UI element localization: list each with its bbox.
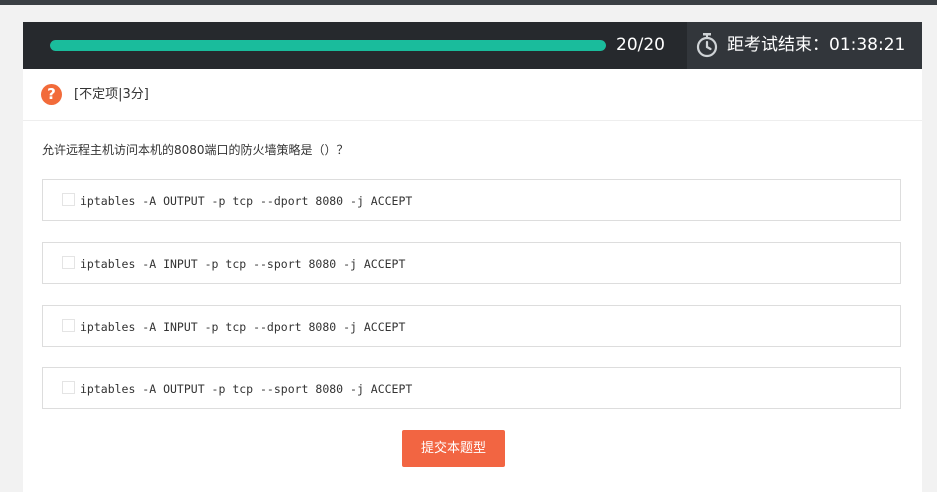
question-type-row: ? [不定项|3分] [23,69,922,121]
option-label: iptables -A OUTPUT -p tcp --sport 8080 -… [80,382,413,396]
option-checkbox[interactable] [62,381,75,394]
option-checkbox[interactable] [62,256,75,269]
question-type-label: [不定项|3分] [74,87,149,102]
countdown-timer: 距考试结束：01:38:21 [687,22,922,69]
progress-header: 20/20 距考试结束：01:38:21 [23,22,922,69]
option-checkbox[interactable] [62,193,75,206]
option-label: iptables -A OUTPUT -p tcp --dport 8080 -… [80,194,413,208]
option-b[interactable]: iptables -A INPUT -p tcp --sport 8080 -j… [42,242,901,284]
progress-count: 20/20 [616,35,665,55]
option-label: iptables -A INPUT -p tcp --dport 8080 -j… [80,320,406,334]
stopwatch-icon [696,33,718,58]
option-label: iptables -A INPUT -p tcp --sport 8080 -j… [80,257,406,271]
option-a[interactable]: iptables -A OUTPUT -p tcp --dport 8080 -… [42,179,901,221]
option-checkbox[interactable] [62,319,75,332]
question-text: 允许远程主机访问本机的8080端口的防火墙策略是（）？ [42,143,349,157]
progress-bar-fill [50,40,606,51]
exam-card: 20/20 距考试结束：01:38:21 ? [不定项|3分] 允许远程主机访问… [23,22,922,492]
top-nav-bar [0,0,937,5]
option-c[interactable]: iptables -A INPUT -p tcp --dport 8080 -j… [42,305,901,347]
question-mark-icon: ? [41,84,62,105]
submit-button[interactable]: 提交本题型 [402,430,505,467]
progress-bar [50,40,606,51]
timer-text: 距考试结束：01:38:21 [727,35,906,55]
option-d[interactable]: iptables -A OUTPUT -p tcp --sport 8080 -… [42,367,901,409]
